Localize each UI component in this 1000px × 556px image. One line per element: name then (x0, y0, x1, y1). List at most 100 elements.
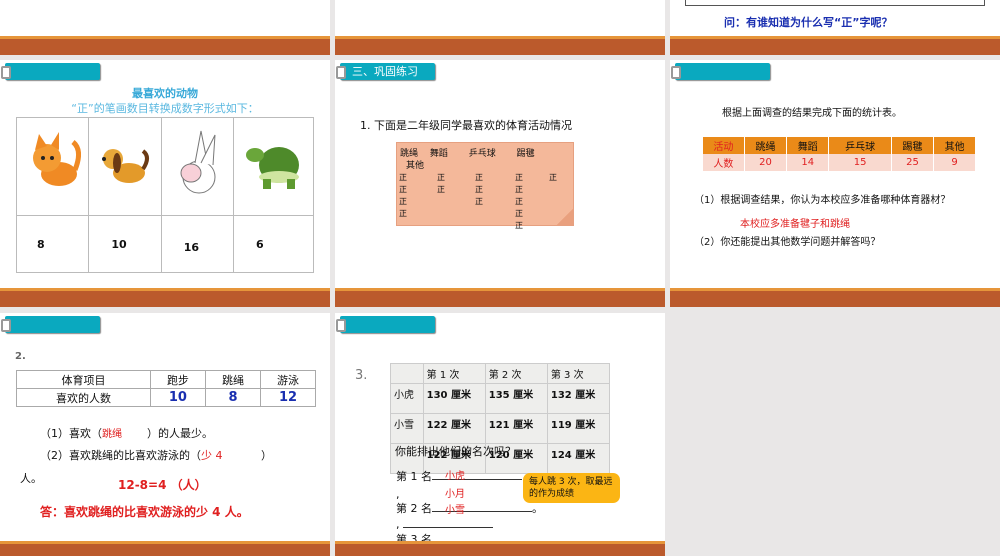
footer-bar (670, 36, 1000, 55)
slide-thumbnail[interactable]: 2. 体育项目 跑步 跳绳 游泳 喜欢的人数 10 8 12 （1）喜欢（跳绳 ）的人最少。 … (0, 313, 330, 556)
slide-subtitle: “正”的笔画数目转换成数字形式如下： (71, 102, 259, 115)
rabbit-icon (160, 117, 235, 216)
question-text: 1. 下面是二年级同学最喜欢的体育活动情况 (360, 119, 572, 132)
calculation: 12-8=4 （人） (118, 478, 207, 492)
section-tag (1, 63, 100, 80)
footer-bar (335, 541, 665, 556)
slide-thumbnail[interactable] (0, 0, 330, 55)
rank-label: 第 2 名 (396, 502, 432, 515)
tally-mark: 正 (515, 173, 523, 182)
table-cell: 小虎 (390, 383, 424, 414)
table-cell: 喜欢的人数 (16, 388, 151, 407)
slide-thumbnail[interactable]: 最喜欢的动物 “正”的笔画数目转换成数字形式如下： 8 10 16 6 (0, 60, 330, 307)
tally-mark: 正 (437, 185, 445, 194)
table-cell: 游泳 (259, 370, 317, 389)
table-cell: 跳绳 (204, 370, 261, 389)
slide-thumbnail[interactable]: 根据上面调查的结果完成下面的统计表。 活动 跳绳 舞蹈 乒乓球 踢毽 其他 人数 20 14 1… (670, 60, 1000, 307)
section-tag: 三、巩固练习 (336, 63, 435, 80)
animal-count: 8 (15, 215, 90, 273)
slide-thumbnail[interactable]: 3. 第 1 次第 2 次第 3 次小虎 130 厘米 135 厘米 132 厘米 小雪… (335, 313, 665, 556)
table-cell: 9 (951, 157, 958, 168)
tally-mark: 正 (475, 173, 483, 182)
table-cell: 15 (828, 154, 892, 171)
question-number: 2. (15, 351, 26, 362)
footer-bar (0, 541, 330, 556)
question-text: 问：有谁知道为什么写“正”字呢？ (724, 16, 893, 29)
rank-2-answer: 小月 (445, 489, 465, 500)
table-cell: 活动 (703, 137, 745, 154)
section-tag (671, 63, 770, 80)
footer-bar (0, 288, 330, 307)
table-cell: 体育项目 (16, 370, 151, 389)
question-2: （2）你还能提出其他数学问题并解答吗？ (694, 237, 881, 248)
section-tag (1, 316, 100, 333)
table-cell: 8 (204, 388, 261, 407)
table-cell: 25 (891, 154, 935, 171)
rank-1-answer: 小虎 (445, 471, 465, 482)
table-cell: 人数 (703, 154, 745, 171)
rank-label: 第 1 名 (396, 470, 432, 483)
slide-thumbnail[interactable] (335, 0, 665, 55)
tally-header-other: 其他 (406, 161, 425, 171)
answer-1: 本校应多准备毽子和跳绳 (740, 219, 850, 230)
table-cell: 第 3 次 (546, 363, 611, 384)
footer-bar (0, 36, 330, 55)
tally-mark: 正 (399, 185, 407, 194)
table-cell: 132 厘米 (546, 383, 611, 414)
answer-text: 答：喜欢跳绳的比喜欢游泳的少 4 人。 (40, 505, 249, 519)
table-fragment (685, 0, 985, 6)
callout-bubble: 每人跳 3 次，取最远的作为成绩 (523, 473, 620, 503)
table-cell: 10 (149, 388, 206, 407)
table-cell: 135 厘米 (484, 383, 548, 414)
footer-bar (335, 288, 665, 307)
question-1: （1）喜欢（跳绳 ）的人最少。 (40, 425, 213, 441)
rank-3-answer: 小雪 (445, 505, 465, 516)
table-cell: 跑步 (149, 370, 206, 389)
tally-mark: 正 (515, 221, 523, 230)
tally-mark: 正 (399, 209, 407, 218)
table-cell: 小雪 (390, 413, 424, 444)
table-cell: 踢毽 (891, 137, 935, 154)
tally-note: 跳绳 舞蹈 乒乓球 踢毽 其他 (396, 142, 574, 226)
question-1: （1）根据调查结果，你认为本校应多准备哪种体育器材？ (694, 195, 951, 206)
q2-unit: 人。 (20, 472, 42, 485)
q1-answer: 跳绳 (102, 429, 122, 440)
table-cell: 130 厘米 (422, 383, 486, 414)
tally-mark: 正 (475, 197, 483, 206)
tally-mark: 正 (549, 173, 557, 182)
sports-table: 体育项目 跑步 跳绳 游泳 喜欢的人数 10 8 12 (16, 370, 317, 407)
dog-icon (88, 117, 162, 216)
table-cell: 其他 (944, 142, 965, 153)
tally-mark: 正 (437, 173, 445, 182)
animal-count: 10 (88, 215, 162, 273)
page-curl (557, 209, 573, 225)
tally-mark: 正 (399, 197, 407, 206)
table-cell: 122 厘米 (422, 413, 486, 444)
rank-2-label: 第 2 名。 (396, 502, 543, 515)
slide-thumbnail[interactable]: 问：有谁知道为什么写“正”字呢？ (670, 0, 1000, 55)
slide-title: 最喜欢的动物 (132, 87, 198, 100)
animal-count: 16 (160, 215, 235, 273)
section-tag (336, 316, 435, 333)
tally-mark: 正 (515, 185, 523, 194)
tally-mark: 正 (515, 209, 523, 218)
table-cell: 第 1 次 (422, 363, 486, 384)
footer-bar (335, 36, 665, 55)
q2-text: ） (261, 449, 272, 462)
tally-mark: 正 (515, 197, 523, 206)
table-cell: 20 (744, 154, 788, 171)
tally-mark: 正 (475, 185, 483, 194)
table-cell: 跳绳 (744, 137, 788, 154)
table-cell: 舞蹈 (786, 137, 830, 154)
cat-icon (15, 117, 90, 216)
tally-mark: 正 (399, 173, 407, 182)
table-cell: 124 厘米 (546, 443, 611, 474)
table-cell: 12 (259, 388, 317, 407)
intro-text: 根据上面调查的结果完成下面的统计表。 (722, 108, 902, 119)
q2-answer: 少 4 (201, 449, 223, 462)
slide-thumbnail[interactable]: 三、巩固练习 1. 下面是二年级同学最喜欢的体育活动情况 跳绳 舞蹈 乒乓球 踢… (335, 60, 665, 307)
table-cell: 14 (786, 154, 830, 171)
table-cell: 121 厘米 (484, 413, 548, 444)
animals-table: 8 10 16 6 (15, 117, 314, 273)
animal-count: 6 (233, 215, 314, 273)
